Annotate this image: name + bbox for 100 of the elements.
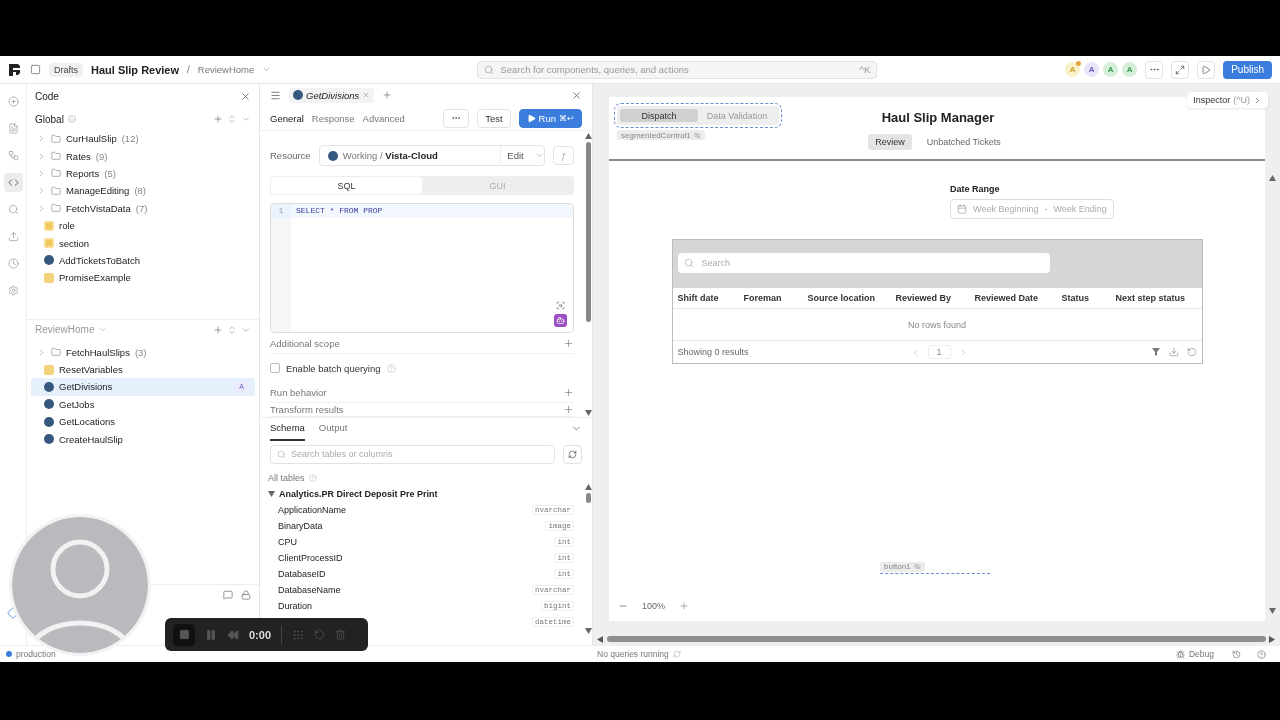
section-tab[interactable]: General	[270, 112, 304, 124]
scrollbar-thumb[interactable]	[585, 142, 591, 322]
chevron-icon[interactable]	[37, 347, 46, 357]
edit-button[interactable]: Edit	[500, 146, 530, 166]
user-avatar[interactable]: A	[1084, 62, 1100, 77]
chevron-icon[interactable]	[98, 325, 108, 334]
section-tab[interactable]: Advanced	[362, 112, 405, 124]
column-header[interactable]: Foreman	[743, 293, 808, 303]
layout-icon[interactable]	[30, 64, 41, 75]
pause-icon[interactable]	[205, 628, 217, 641]
environment-label[interactable]: production	[16, 649, 56, 659]
more-button[interactable]	[443, 108, 470, 128]
sort-icon[interactable]	[227, 114, 237, 124]
tree-item[interactable]: GetLocations	[31, 413, 255, 431]
refresh-icon[interactable]	[1186, 347, 1197, 357]
publish-button[interactable]: Publish	[1223, 60, 1272, 79]
tree-item[interactable]: ResetVariables	[31, 360, 255, 379]
query-tab[interactable]: GetDivisions	[289, 87, 375, 103]
column-header[interactable]: Source location	[807, 293, 896, 303]
schema-tab[interactable]: Schema	[270, 415, 305, 441]
rewind-icon[interactable]	[227, 628, 239, 641]
expand-button[interactable]	[1171, 60, 1190, 79]
stop-button[interactable]	[173, 623, 195, 646]
tree-item[interactable]: role	[31, 216, 255, 235]
tree-item[interactable]: section	[31, 234, 255, 252]
assistant-icon[interactable]	[554, 313, 567, 327]
page-number[interactable]: 1	[927, 345, 951, 359]
code-editor[interactable]: 1 SELECT * FROM PROP	[270, 203, 574, 333]
preview-button[interactable]	[1197, 60, 1216, 79]
scroll-left-icon[interactable]	[597, 635, 604, 643]
scroll-up-icon[interactable]	[584, 133, 592, 140]
inspector-button[interactable]: Inspector (^U)	[1187, 92, 1268, 108]
resource-select[interactable]: Working / Vista-Cloud Edit	[318, 145, 545, 167]
grid-icon[interactable]	[292, 628, 305, 641]
page-tab[interactable]: Unbatched Tickets	[919, 134, 1008, 150]
tree-item[interactable]: CurHaulSlip (12)	[31, 130, 255, 148]
mode-tab[interactable]: SQL	[271, 177, 422, 194]
scroll-down-icon[interactable]	[584, 410, 592, 417]
section-label[interactable]: Transform results	[270, 404, 344, 416]
scroll-down-icon[interactable]	[584, 628, 592, 635]
tree-item[interactable]: FetchHaulSlips (3)	[31, 343, 255, 361]
section-tab[interactable]: Response	[311, 112, 355, 124]
logo-icon[interactable]	[8, 62, 22, 77]
page-tab[interactable]: Review	[868, 134, 912, 150]
column-header[interactable]: Next step status	[1115, 293, 1202, 303]
scrollbar-thumb[interactable]	[585, 493, 591, 503]
section-label[interactable]: Run behavior	[270, 386, 327, 398]
download-icon[interactable]	[1168, 347, 1179, 357]
history-icon[interactable]	[1232, 649, 1241, 659]
lock-icon[interactable]	[241, 590, 251, 600]
page-selector[interactable]: ReviewHome	[197, 64, 255, 75]
refresh-button[interactable]	[563, 444, 582, 464]
column-header[interactable]: Reviewed By	[895, 293, 975, 303]
sidebar-button[interactable]	[3, 173, 23, 192]
scroll-down-icon[interactable]	[1269, 608, 1276, 615]
stop-icon[interactable]	[178, 629, 190, 640]
section-label[interactable]: Additional scope	[270, 337, 340, 349]
run-button[interactable]: Run ⌘↩	[518, 108, 582, 128]
checkbox[interactable]	[270, 363, 280, 374]
scroll-up-icon[interactable]	[1269, 175, 1276, 182]
chevron-icon[interactable]	[262, 65, 272, 74]
add-icon[interactable]	[563, 386, 574, 398]
close-icon[interactable]	[240, 90, 251, 102]
column-header[interactable]: Status	[1061, 293, 1116, 303]
scrollbar-thumb[interactable]	[607, 636, 1266, 642]
comment-icon[interactable]	[223, 590, 233, 600]
tree-item[interactable]: PromiseExample	[31, 269, 255, 287]
expanded-icon[interactable]	[268, 490, 275, 498]
help-icon[interactable]	[1257, 649, 1266, 659]
zoom-in-icon[interactable]	[679, 601, 690, 611]
tree-item[interactable]: CreateHaulSlip	[31, 430, 255, 448]
tree-item[interactable]: Reports (5)	[31, 164, 255, 183]
close-icon[interactable]	[362, 91, 371, 99]
sort-icon[interactable]	[227, 324, 237, 335]
segment-option[interactable]: Dispatch	[620, 109, 698, 122]
tree-item[interactable]: ManageEditing (8)	[31, 182, 255, 200]
add-icon[interactable]	[213, 114, 223, 124]
add-icon[interactable]	[382, 90, 393, 100]
close-icon[interactable]	[571, 89, 582, 101]
restart-icon[interactable]	[314, 629, 326, 640]
inspect-icon[interactable]	[556, 300, 565, 310]
diamond-icon[interactable]	[7, 607, 19, 619]
add-icon[interactable]	[563, 404, 574, 416]
column-header[interactable]: Reviewed Date	[974, 293, 1062, 303]
trash-icon[interactable]	[335, 629, 347, 640]
scroll-right-icon[interactable]	[1269, 635, 1276, 643]
test-button[interactable]: Test	[477, 108, 511, 128]
column-header[interactable]: Shift date	[677, 293, 744, 303]
scroll-up-icon[interactable]	[584, 484, 592, 491]
menu-icon[interactable]	[270, 89, 281, 101]
more-button[interactable]	[1145, 60, 1164, 79]
schema-tab[interactable]: Output	[318, 415, 348, 441]
tree-item[interactable]: AddTicketsToBatch	[31, 251, 255, 270]
add-icon[interactable]	[563, 337, 574, 349]
table-name[interactable]: Analytics.PR Direct Deposit Pre Print	[279, 489, 438, 499]
debug-button[interactable]: Debug	[1188, 649, 1214, 659]
add-icon[interactable]	[213, 324, 223, 335]
tree-item[interactable]: Rates (9)	[31, 147, 255, 165]
tree-item[interactable]: FetchVistaData (7)	[31, 199, 255, 217]
tree-item[interactable]: GetJobs	[31, 395, 255, 414]
